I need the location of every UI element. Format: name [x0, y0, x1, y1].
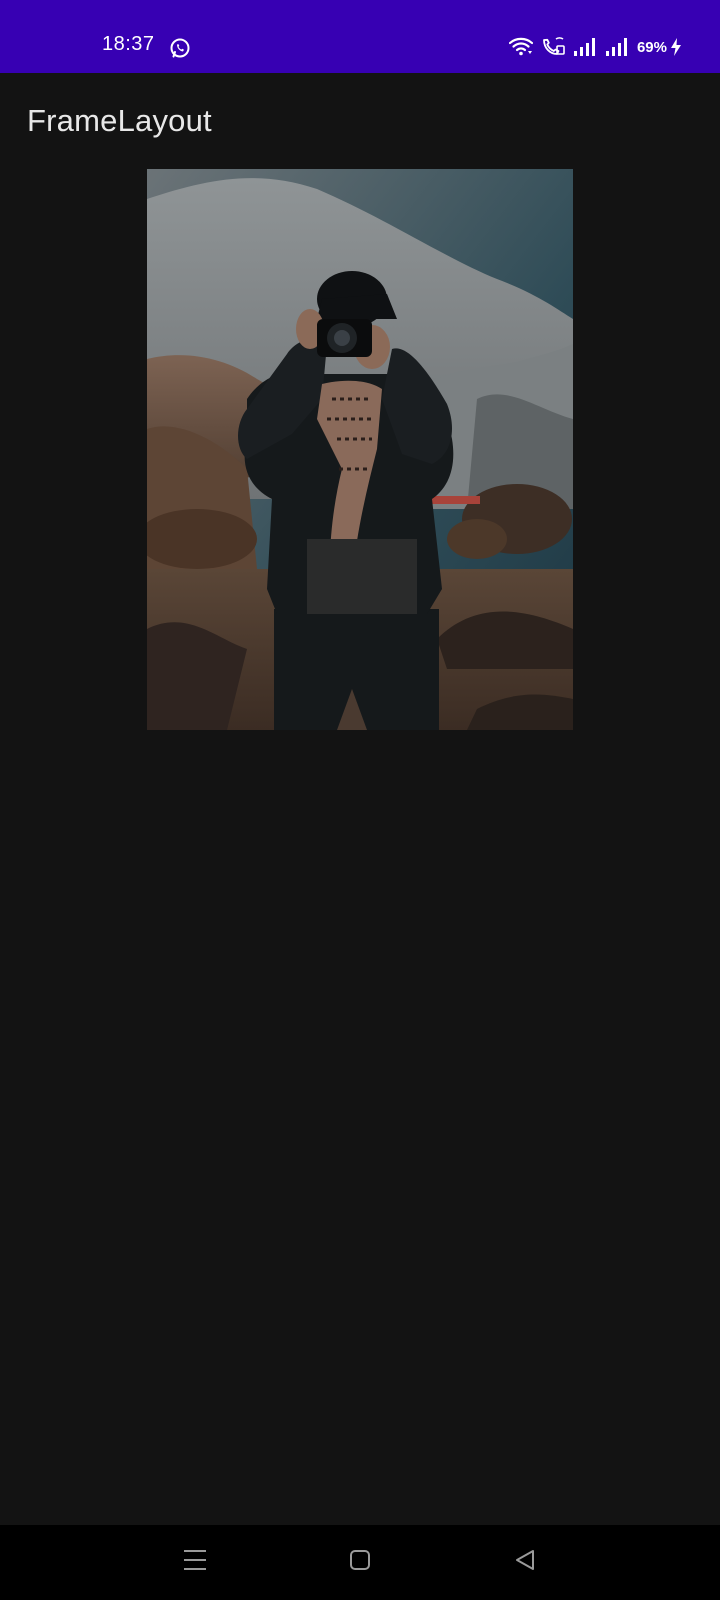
battery-percent: 69% [636, 38, 667, 56]
menu-button[interactable] [155, 1525, 235, 1600]
page-title: FrameLayout [27, 103, 212, 138]
home-button[interactable] [320, 1525, 400, 1600]
wifi-icon [508, 37, 533, 57]
signal-icon [605, 38, 629, 56]
navigation-bar [0, 1525, 720, 1600]
status-bar: 18:37 69% [0, 0, 720, 73]
status-time: 18:37 [102, 33, 155, 55]
menu-icon [183, 1549, 207, 1576]
signal-icon [573, 38, 597, 56]
screen: 18:37 69% FrameLayout [0, 0, 720, 1600]
photo-image [147, 169, 573, 730]
status-icons: 69% [508, 35, 682, 59]
charging-icon [670, 38, 682, 56]
whatsapp-icon [169, 37, 191, 59]
wifi-calling-icon [541, 37, 565, 57]
back-button[interactable] [485, 1525, 565, 1600]
home-icon [349, 1549, 371, 1576]
back-icon [514, 1549, 536, 1576]
